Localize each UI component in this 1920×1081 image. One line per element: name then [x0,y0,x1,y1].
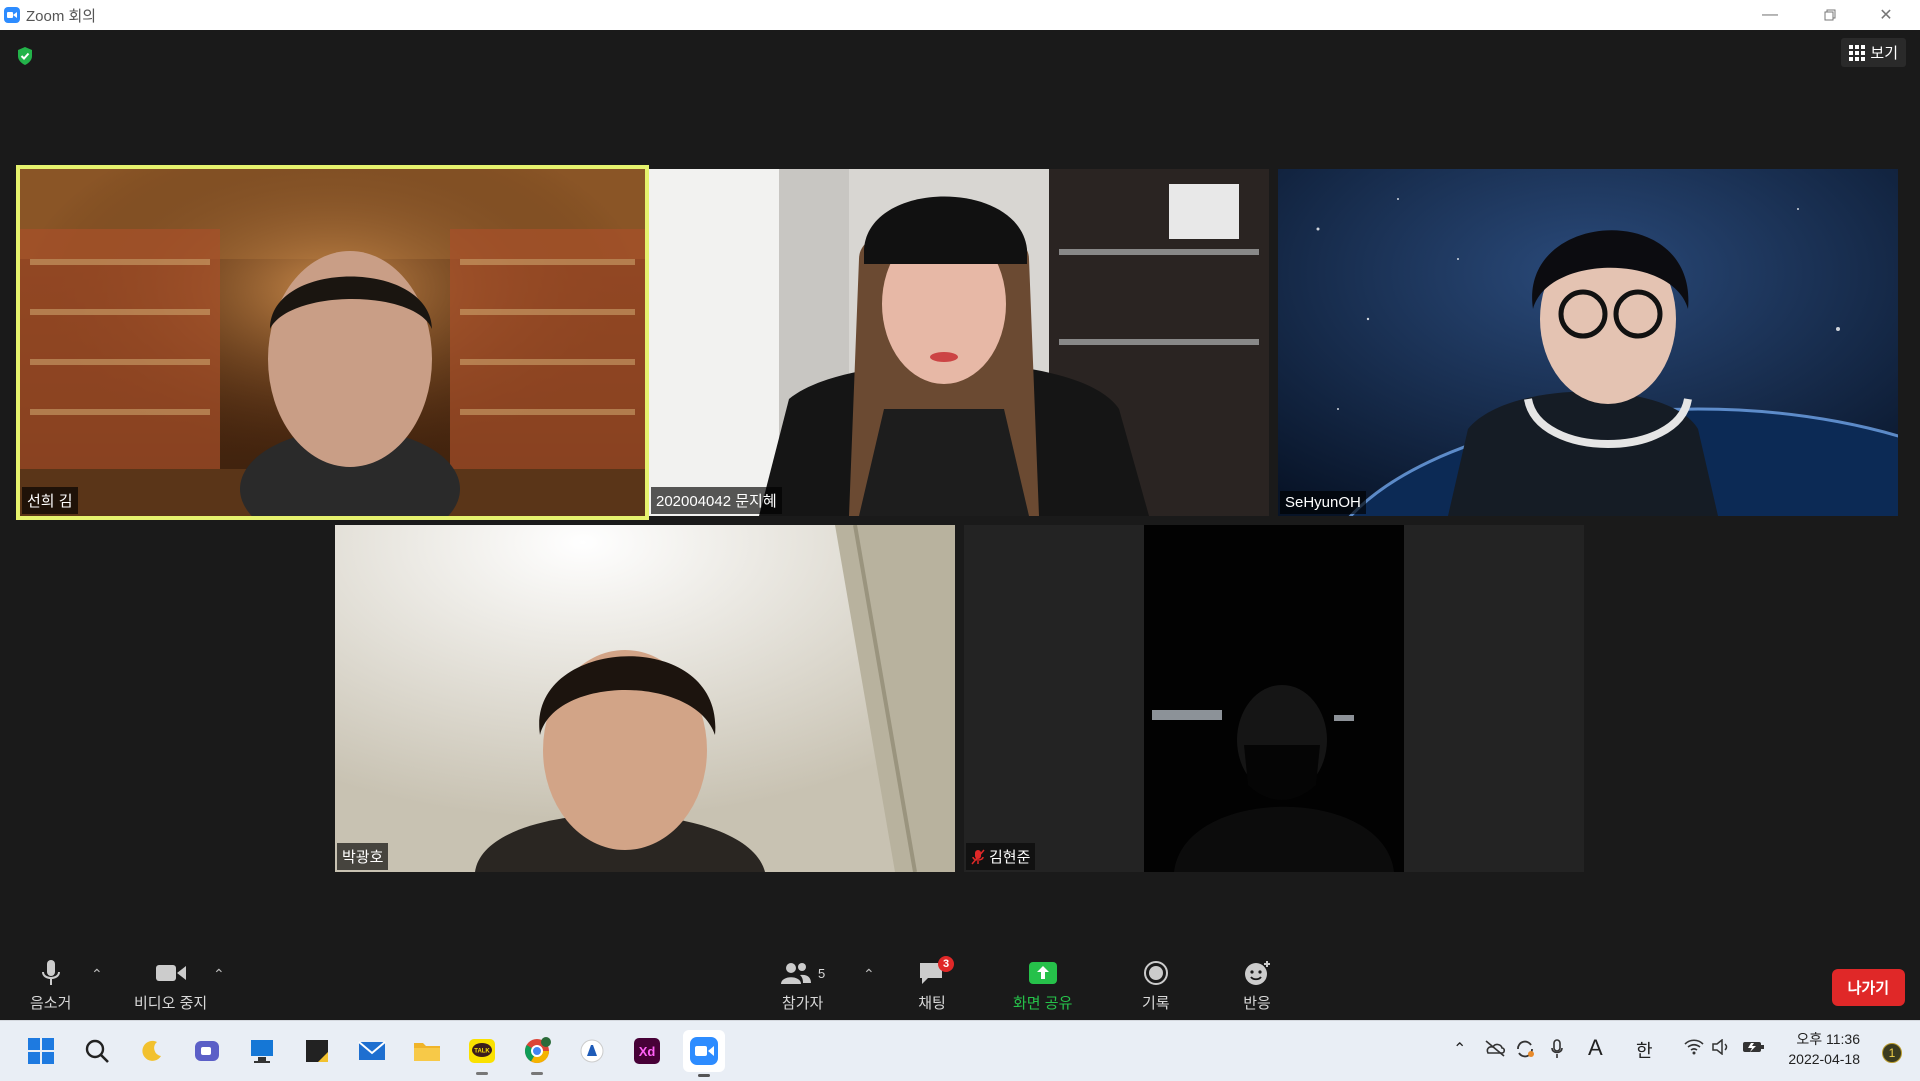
svg-text:Xd: Xd [639,1044,656,1059]
chat-button[interactable]: 3 채팅 [918,956,954,1013]
share-screen-icon [1028,962,1057,984]
record-icon [1143,961,1168,985]
meeting-stage: 보기 선희 김 202004042 문지혜 SeHyunOH 박광호 김현준 [0,30,1920,1018]
taskbar-app-adobe-xd[interactable]: Xd [629,1033,665,1069]
clock-date: 2022-04-18 [1788,1051,1860,1067]
crescent-moon-icon [142,1040,161,1061]
grid-view-icon [1849,44,1866,61]
remote-desktop-icon [251,1040,273,1063]
participants-options-caret-icon[interactable]: ⌃ [863,966,875,983]
participant-video [649,169,1269,516]
security-shield-icon[interactable] [16,46,34,66]
share-screen-button[interactable]: 화면 공유 [1013,958,1072,1013]
volume-icon[interactable] [1712,1039,1732,1055]
taskbar-app-remote-desktop[interactable] [244,1033,280,1069]
adobe-xd-icon: Xd [634,1038,660,1064]
taskbar-app-file-explorer[interactable] [409,1033,445,1069]
folder-icon [414,1043,440,1061]
system-clock[interactable]: 오후 11:36 2022-04-18 [1788,1029,1860,1069]
participants-icon [781,963,811,984]
close-button[interactable]: ✕ [1856,0,1916,30]
video-tile-3[interactable]: SeHyunOH [1278,169,1898,516]
participant-video [964,525,1584,872]
ime-hangul-indicator[interactable]: 한 [1636,1037,1653,1063]
taskbar-app-sticky-notes[interactable] [299,1033,335,1069]
participant-name-label: SeHyunOH [1280,491,1366,514]
zoom-app-icon [4,7,20,23]
taskbar-app-zoom[interactable] [683,1030,725,1077]
sync-icon[interactable] [1514,1039,1536,1059]
windows-start-button[interactable] [23,1033,59,1069]
participants-button[interactable]: 5 참가자 [780,958,825,1013]
sticky-notes-icon [306,1040,328,1062]
taskbar-app-chrome[interactable] [519,1033,555,1075]
taskbar-search-button[interactable] [79,1033,115,1069]
video-options-caret-icon[interactable]: ⌃ [213,966,225,983]
kakaotalk-icon: TALK [469,1039,495,1063]
microphone-in-use-icon[interactable] [1550,1039,1564,1059]
chrome-icon [524,1037,551,1064]
windows-logo-icon [28,1038,54,1064]
muted-mic-icon [971,849,985,864]
mail-icon [358,1041,386,1060]
audio-options-caret-icon[interactable]: ⌃ [91,966,103,983]
meeting-toolbar: 음소거 ⌃ 비디오 중지 ⌃ 5 참가자 ⌃ 3 채팅 화면 공유 기록 반응 … [0,948,1920,1020]
participant-video [1278,169,1898,516]
microphone-icon [41,960,60,985]
stop-video-button[interactable]: 비디오 중지 [134,958,207,1013]
search-icon [85,1039,109,1063]
windows-taskbar: TALK Xd ⌃ A 한 오후 11:36 2022-04-18 1 [0,1020,1920,1081]
participant-name-label: 박광호 [337,843,389,870]
window-title: Zoom 회의 [26,7,97,25]
view-button-label: 보기 [1870,45,1898,62]
chat-unread-badge: 3 [938,956,954,972]
window-title-bar: Zoom 회의 — ✕ [0,0,1920,30]
show-hidden-icons-chevron-icon[interactable]: ⌃ [1453,1039,1466,1059]
taskbar-app-teams[interactable] [189,1033,225,1069]
battery-charging-icon[interactable] [1742,1039,1766,1055]
participant-name-label: 선희 김 [22,487,78,514]
video-tile-4[interactable]: 박광호 [335,525,955,872]
video-camera-icon [155,965,186,981]
participant-name-label: 김현준 [966,843,1036,870]
running-indicator [531,1072,543,1075]
mute-button[interactable]: 음소거 [30,958,71,1013]
participant-video [20,169,645,516]
video-tile-1[interactable]: 선희 김 [16,165,649,520]
notification-count-badge[interactable]: 1 [1882,1043,1902,1063]
restore-icon [1824,9,1836,21]
svg-text:TALK: TALK [474,1049,490,1055]
wifi-icon[interactable] [1684,1039,1704,1055]
taskbar-app-moon[interactable] [134,1033,170,1069]
minimize-button[interactable]: — [1740,0,1800,30]
taskbar-app-browser[interactable] [574,1033,610,1069]
participant-video [335,525,955,872]
video-tile-2[interactable]: 202004042 문지혜 [649,169,1269,516]
restore-button[interactable] [1800,0,1860,30]
running-indicator [698,1074,710,1077]
taskbar-app-mail[interactable] [354,1033,390,1069]
participant-name-label: 202004042 문지혜 [651,487,782,514]
taskbar-app-kakaotalk[interactable]: TALK [464,1033,500,1075]
zoom-icon [690,1037,718,1065]
chat-app-icon [195,1041,219,1061]
view-button[interactable]: 보기 [1841,38,1906,67]
reaction-smiley-icon [1245,961,1270,985]
record-button[interactable]: 기록 [1142,958,1170,1013]
reactions-button[interactable]: 반응 [1243,958,1271,1013]
running-indicator [476,1072,488,1075]
browser-app-icon [580,1039,604,1063]
leave-meeting-button[interactable]: 나가기 [1831,969,1905,1006]
clock-time: 오후 11:36 [1796,1031,1860,1047]
participants-count: 5 [818,965,826,981]
input-indicator-a[interactable]: A [1588,1035,1603,1061]
onedrive-offline-icon[interactable] [1484,1039,1506,1057]
video-tile-5[interactable]: 김현준 [964,525,1584,872]
